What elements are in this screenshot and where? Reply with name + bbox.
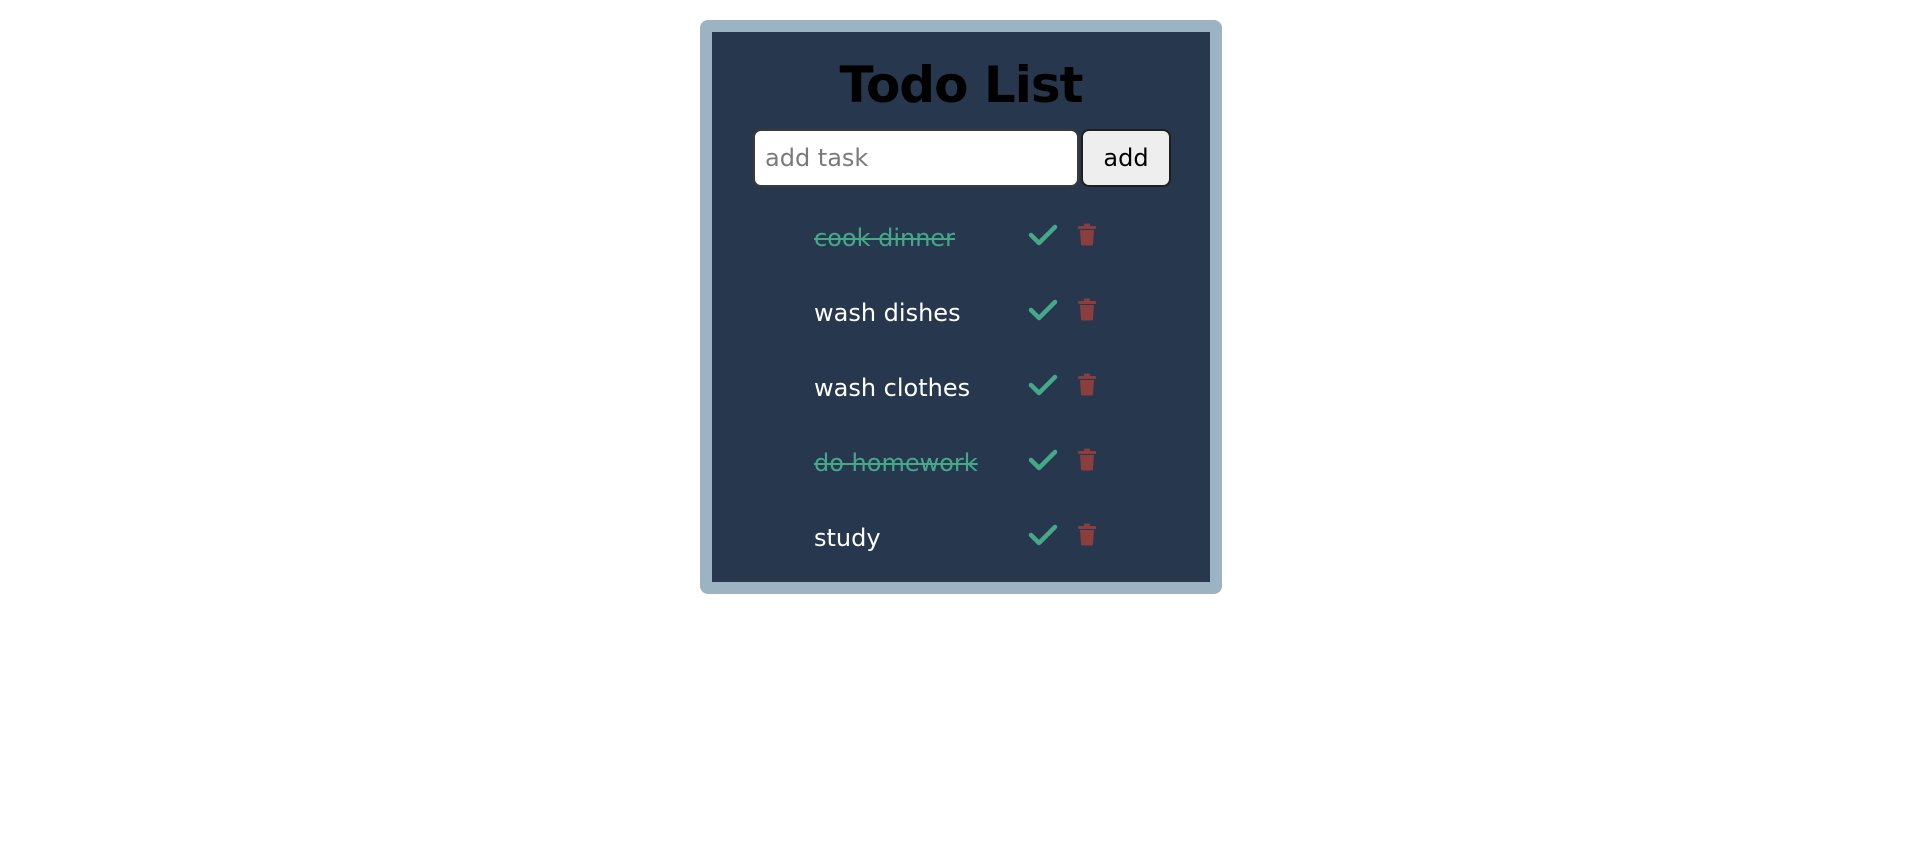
task-input[interactable]: [753, 129, 1079, 187]
trash-icon: [1078, 298, 1096, 321]
complete-task-button[interactable]: [1028, 222, 1058, 248]
complete-task-button[interactable]: [1028, 297, 1058, 323]
delete-task-button[interactable]: [1076, 222, 1098, 248]
trash-icon: [1078, 448, 1096, 471]
task-text: wash clothes: [814, 374, 971, 402]
delete-task-button[interactable]: [1076, 522, 1098, 548]
complete-task-button[interactable]: [1028, 372, 1058, 398]
page-title: Todo List: [839, 56, 1083, 114]
check-icon: [1028, 449, 1058, 471]
task-text: cook dinner: [814, 224, 956, 252]
trash-icon: [1078, 223, 1096, 246]
check-icon: [1028, 299, 1058, 321]
todo-panel: Todo List add cook dinner wash dishes wash…: [712, 32, 1210, 582]
delete-task-button[interactable]: [1076, 447, 1098, 473]
task-item: wash clothes: [814, 360, 1114, 435]
task-text: wash dishes: [814, 299, 961, 327]
todo-frame: Todo List add cook dinner wash dishes wash…: [700, 20, 1222, 594]
check-icon: [1028, 374, 1058, 396]
task-text: do homework: [814, 449, 978, 477]
check-icon: [1028, 224, 1058, 246]
trash-icon: [1078, 373, 1096, 396]
task-list: cook dinner wash dishes wash clothes do hom…: [814, 210, 1114, 585]
add-button[interactable]: add: [1081, 129, 1171, 187]
check-icon: [1028, 524, 1058, 546]
delete-task-button[interactable]: [1076, 372, 1098, 398]
delete-task-button[interactable]: [1076, 297, 1098, 323]
task-item: cook dinner: [814, 210, 1114, 285]
complete-task-button[interactable]: [1028, 447, 1058, 473]
task-item: study: [814, 510, 1114, 585]
add-task-form: add: [753, 129, 1171, 187]
task-item: wash dishes: [814, 285, 1114, 360]
complete-task-button[interactable]: [1028, 522, 1058, 548]
task-item: do homework: [814, 435, 1114, 510]
task-text: study: [814, 524, 881, 552]
trash-icon: [1078, 523, 1096, 546]
